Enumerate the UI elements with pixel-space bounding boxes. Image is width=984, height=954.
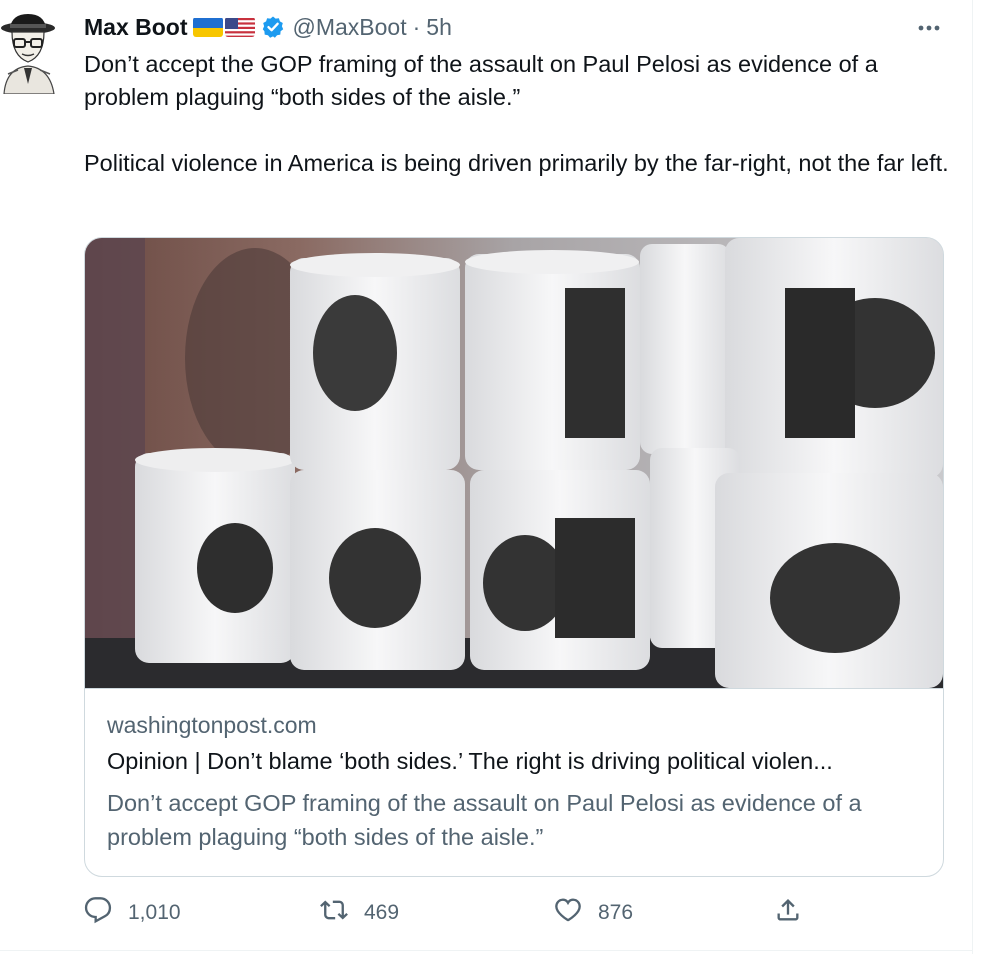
tweet-divider xyxy=(0,950,972,951)
author-handle[interactable]: @MaxBoot xyxy=(293,14,407,41)
tweet[interactable]: Max Boot @MaxBoot · 5h Don’t accept the … xyxy=(0,0,973,954)
reply-button[interactable]: 1,010 xyxy=(84,895,181,931)
share-icon xyxy=(774,896,802,930)
avatar[interactable] xyxy=(0,12,58,94)
like-count: 876 xyxy=(598,901,634,924)
card-image[interactable] xyxy=(85,238,943,689)
heart-icon xyxy=(554,896,582,930)
tweet-paragraph: Political violence in America is being d… xyxy=(84,150,949,176)
tweet-text: Don’t accept the GOP framing of the assa… xyxy=(84,48,954,180)
us-flag-icon xyxy=(224,17,255,37)
author-name[interactable]: Max Boot xyxy=(84,14,188,41)
separator-dot: · xyxy=(412,13,421,40)
column-border xyxy=(972,0,973,954)
tweet-timestamp[interactable]: 5h xyxy=(426,14,452,41)
ukraine-flag-icon xyxy=(192,17,223,37)
retweet-count: 469 xyxy=(364,901,400,924)
tweet-header: Max Boot @MaxBoot · 5h xyxy=(84,10,452,44)
tweet-actions: 1,010 469 876 xyxy=(84,895,824,931)
more-options-icon[interactable] xyxy=(913,18,945,38)
retweet-button[interactable]: 469 xyxy=(320,895,399,931)
share-button[interactable] xyxy=(774,895,802,931)
card-description: Don’t accept GOP framing of the assault … xyxy=(107,790,862,850)
verified-badge-icon xyxy=(261,15,285,39)
card-title: Opinion | Don’t blame ‘both sides.’ The … xyxy=(107,748,833,774)
tweet-paragraph: Don’t accept the GOP framing of the assa… xyxy=(84,51,878,110)
author-caricature xyxy=(0,12,58,94)
like-button[interactable]: 876 xyxy=(554,895,633,931)
link-preview-card[interactable]: washingtonpost.com Opinion | Don’t blame… xyxy=(84,237,944,877)
retweet-icon xyxy=(320,896,348,930)
toilet-paper-photo xyxy=(85,238,943,688)
reply-icon xyxy=(84,896,112,930)
reply-count: 1,010 xyxy=(128,901,181,924)
card-domain: washingtonpost.com xyxy=(107,712,317,738)
